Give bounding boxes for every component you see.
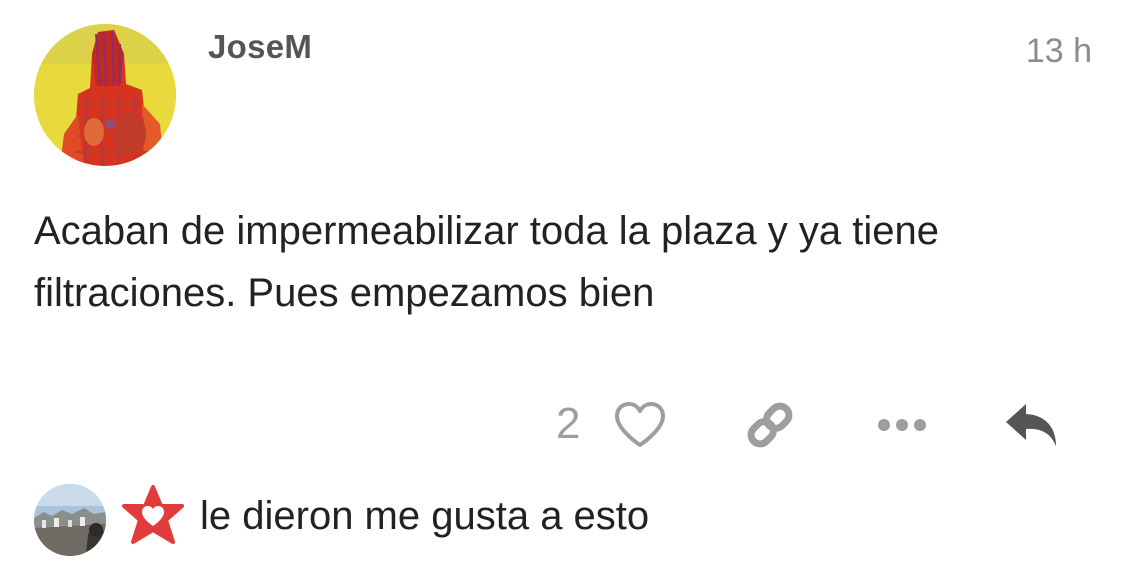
star-heart-badge-icon: [120, 484, 186, 550]
like-button[interactable]: [612, 395, 668, 455]
reply-button[interactable]: [1002, 395, 1062, 455]
avatar-image: [34, 24, 176, 166]
liker-avatar[interactable]: [34, 484, 106, 556]
post-actions-bar: 2: [0, 395, 1122, 455]
reply-arrow-icon: [1006, 404, 1056, 446]
link-icon: [747, 402, 793, 448]
likers-row: le dieron me gusta a esto: [0, 480, 1122, 560]
more-options-button[interactable]: [874, 395, 930, 455]
likers-summary: le dieron me gusta a esto: [200, 494, 650, 538]
heart-outline-icon: [615, 402, 665, 447]
liker-avatar-image: [34, 484, 106, 556]
author-avatar[interactable]: [34, 24, 176, 166]
post-timestamp[interactable]: 13 h: [1026, 32, 1092, 71]
author-username[interactable]: JoseM: [208, 28, 312, 66]
post-card: JoseM 13 h Acaban de impermeabilizar tod…: [0, 0, 1122, 580]
ellipsis-icon: [878, 419, 926, 431]
like-count[interactable]: 2: [556, 399, 580, 449]
post-content: Acaban de impermeabilizar toda la plaza …: [34, 209, 939, 315]
copy-link-button[interactable]: [742, 395, 798, 455]
